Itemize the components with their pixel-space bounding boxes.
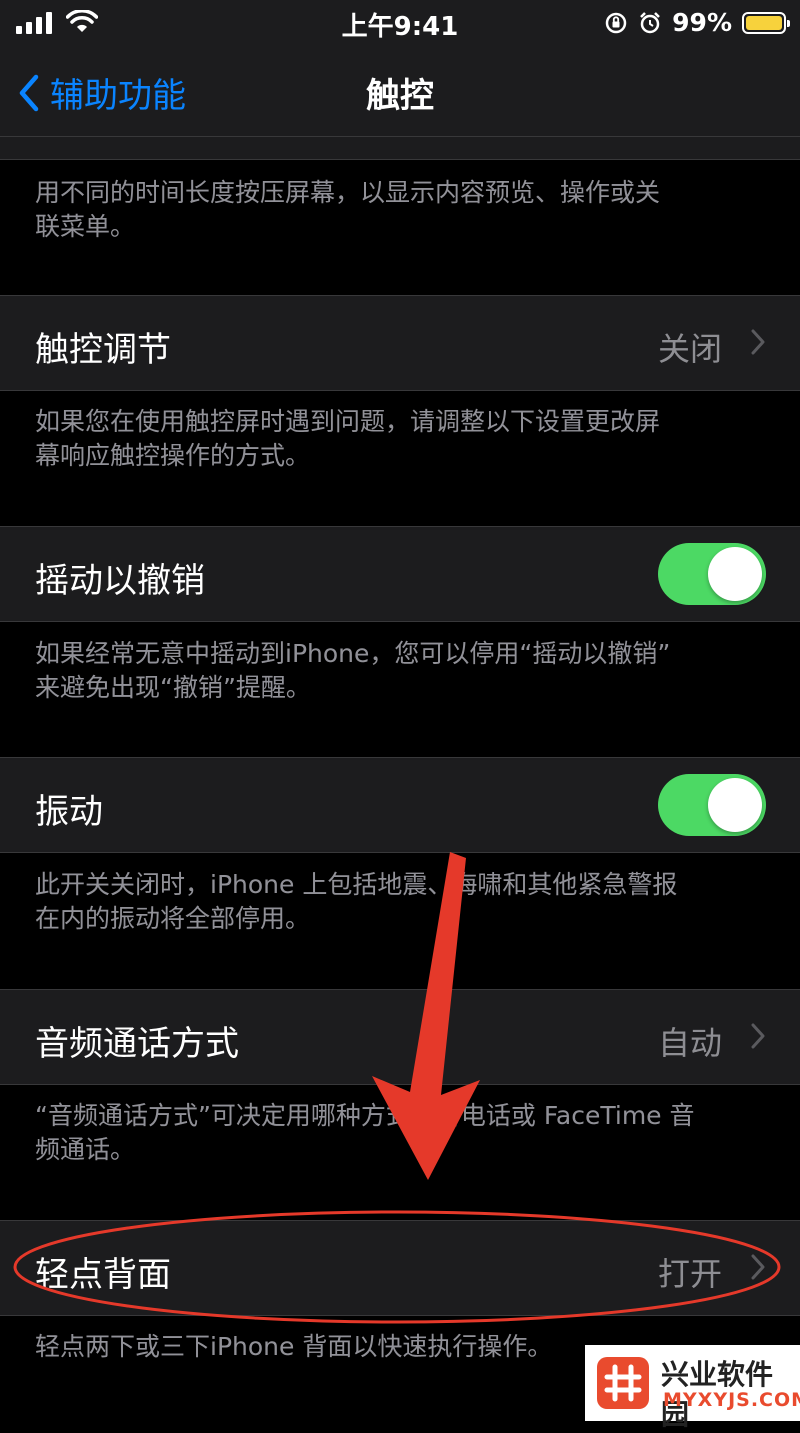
chevron-right-icon <box>751 329 765 355</box>
chevron-right-icon <box>751 1254 765 1280</box>
footer-line: “音频通话方式”可决定用哪种方式接听电话或 FaceTime 音 <box>35 1101 695 1130</box>
row-label: 触控调节 <box>35 330 171 370</box>
footer-line: 如果经常无意中摇动到iPhone，您可以停用“摇动以撤销” <box>35 639 671 668</box>
footer-line: 来避免出现“撤销”提醒。 <box>35 673 311 702</box>
call-audio-routing-row[interactable]: 音频通话方式 自动 <box>0 989 800 1085</box>
battery-percent: 99% <box>672 8 732 37</box>
footer-line: 幕响应触控操作的方式。 <box>35 441 311 470</box>
footer-line: 用不同的时间长度按压屏幕，以显示内容预览、操作或关 <box>35 178 661 207</box>
watermark: 兴业软件园 MYXYJS.COM <box>585 1345 800 1431</box>
vibration-toggle[interactable] <box>658 774 766 836</box>
vibration-row: 振动 <box>0 757 800 853</box>
row-label: 摇动以撤销 <box>35 561 205 601</box>
shake-to-undo-footer: 如果经常无意中摇动到iPhone，您可以停用“摇动以撤销” 来避免出现“撤销”提… <box>35 637 775 705</box>
footer-line: 此开关关闭时，iPhone 上包括地震、海啸和其他紧急警报 <box>35 870 678 899</box>
shake-to-undo-toggle[interactable] <box>658 543 766 605</box>
back-tap-row[interactable]: 轻点背面 打开 <box>0 1220 800 1316</box>
alarm-icon <box>640 11 661 33</box>
shake-to-undo-row: 摇动以撤销 <box>0 526 800 622</box>
battery-fill <box>746 15 782 30</box>
row-label: 音频通话方式 <box>35 1024 239 1064</box>
touch-accommodations-footer: 如果您在使用触控屏时遇到问题，请调整以下设置更改屏 幕响应触控操作的方式。 <box>35 405 775 473</box>
vibration-footer: 此开关关闭时，iPhone 上包括地震、海啸和其他紧急警报 在内的振动将全部停用… <box>35 868 775 936</box>
footer-line: 频通话。 <box>35 1135 136 1164</box>
watermark-url: MYXYJS.COM <box>663 1389 800 1411</box>
toggle-knob <box>708 547 762 601</box>
footer-line: 在内的振动将全部停用。 <box>35 904 311 933</box>
row-value: 关闭 <box>657 330 722 368</box>
battery-icon <box>742 11 790 34</box>
row-value: 打开 <box>657 1255 722 1293</box>
status-right: 99% <box>604 8 790 37</box>
page-title: 触控 <box>366 76 434 116</box>
watermark-logo-icon <box>597 1357 649 1409</box>
row-label: 轻点背面 <box>35 1255 171 1295</box>
orientation-lock-icon <box>605 12 627 33</box>
status-bar: 上午9:41 99% <box>0 0 800 46</box>
toggle-knob <box>708 778 762 832</box>
chevron-right-icon <box>751 1023 765 1049</box>
haptic-touch-cell-edge <box>0 137 800 160</box>
call-audio-routing-footer: “音频通话方式”可决定用哪种方式接听电话或 FaceTime 音 频通话。 <box>35 1099 775 1167</box>
row-label: 振动 <box>35 792 103 832</box>
footer-line: 联菜单。 <box>35 212 136 241</box>
row-value: 自动 <box>657 1024 722 1062</box>
haptic-touch-footer: 用不同的时间长度按压屏幕，以显示内容预览、操作或关 联菜单。 <box>35 176 775 244</box>
navigation-bar: 辅助功能 触控 <box>0 46 800 137</box>
footer-line: 如果您在使用触控屏时遇到问题，请调整以下设置更改屏 <box>35 407 661 436</box>
touch-accommodations-row[interactable]: 触控调节 关闭 <box>0 295 800 391</box>
